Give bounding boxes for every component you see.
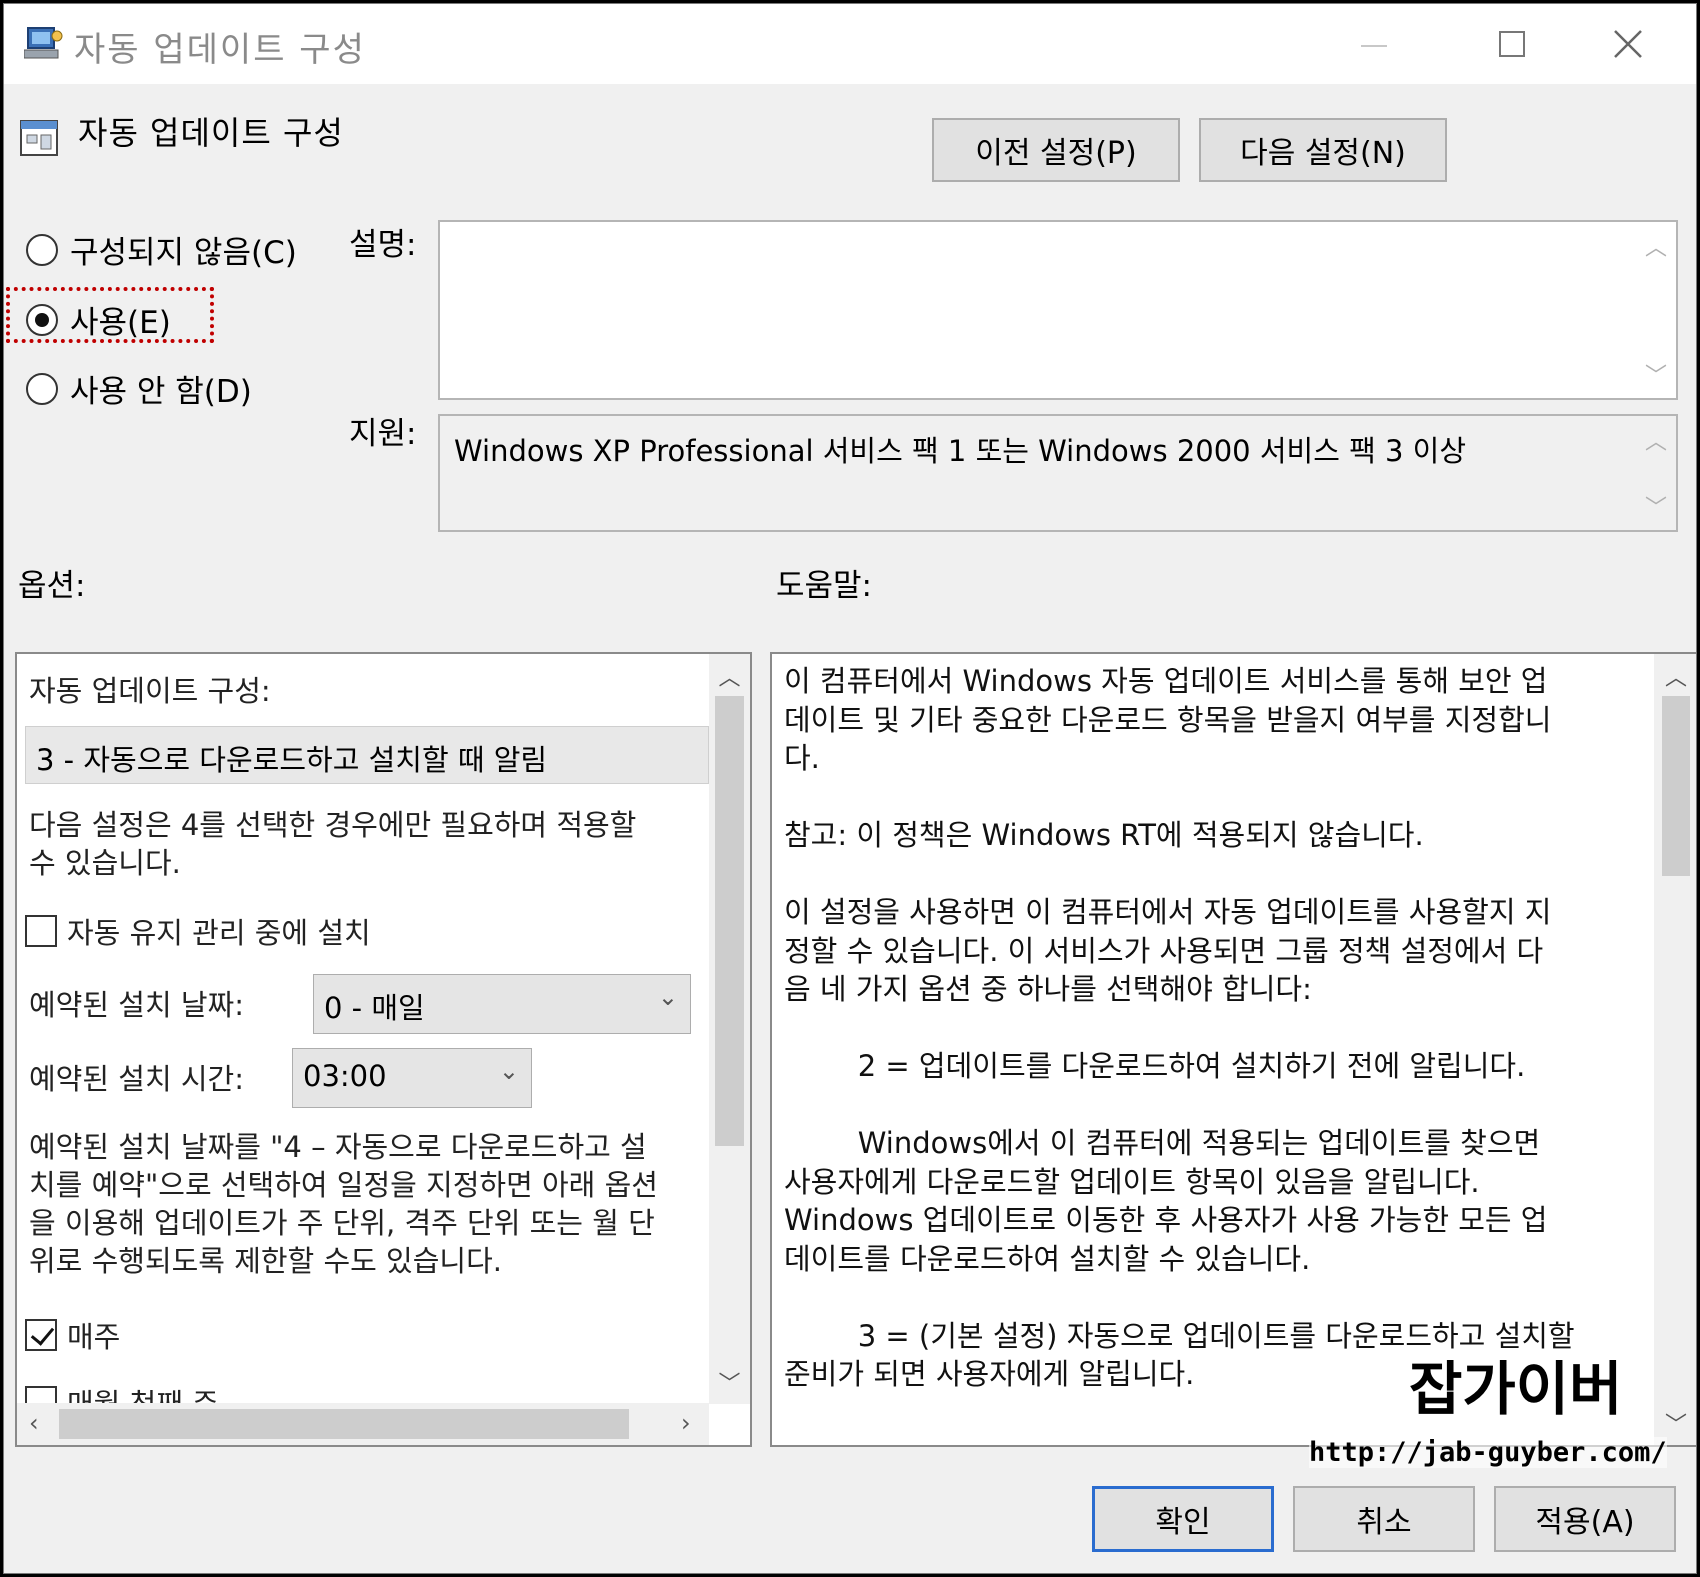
supported-value: Windows XP Professional 서비스 팩 1 또는 Windo… (454, 434, 1467, 468)
help-line: Windows 업데이트로 이동한 후 사용자가 사용 가능한 모든 업 (784, 1203, 1548, 1237)
scroll-down-icon[interactable]: ﹀ (1645, 358, 1667, 390)
schedule-line: 치를 예약"으로 선택하여 일정을 지정하면 아래 옵션 (29, 1168, 658, 1202)
options-vertical-scrollbar[interactable]: ︿ ﹀ (709, 654, 750, 1404)
help-line: 음 네 가지 옵션 중 하나를 선택해야 합니다: (784, 972, 1312, 1006)
watermark-name: 잡가이버 (1409, 1355, 1623, 1423)
radio-label: 사용 안 함(D) (70, 374, 252, 410)
maintenance-label: 자동 유지 관리 중에 설치 (67, 916, 371, 950)
close-button[interactable] (1570, 4, 1686, 84)
scroll-down-icon[interactable]: ﹀ (1654, 1407, 1696, 1439)
policy-title: 자동 업데이트 구성 (78, 114, 344, 152)
options-panel: 자동 업데이트 구성: 3 - 자동으로 다운로드하고 설치할 때 알림 다음 … (15, 652, 752, 1447)
scroll-left-icon[interactable]: ‹ (29, 1409, 39, 1437)
help-line: 사용자에게 다운로드할 업데이트 항목이 있음을 알립니다. (784, 1164, 1480, 1199)
help-line (784, 855, 1634, 894)
help-line: Windows에서 이 컴퓨터에 적용되는 업데이트를 찾으면 (784, 1126, 1541, 1160)
radio-circle[interactable] (26, 372, 58, 405)
scroll-right-icon[interactable]: › (681, 1409, 691, 1437)
maintenance-checkbox-row[interactable]: 자동 유지 관리 중에 설치 (25, 910, 371, 952)
supported-scrollbar[interactable]: ︿ ﹀ (1642, 424, 1670, 522)
help-line: 참고: 이 정책은 Windows RT에 적용되지 않습니다. (784, 818, 1424, 852)
scroll-up-icon[interactable]: ︿ (1645, 230, 1667, 262)
focus-highlight (6, 287, 214, 343)
install-time-label: 예약된 설치 시간: (29, 1062, 244, 1096)
watermark-url: http://jab-guyber.com/ (1309, 1437, 1667, 1468)
comment-textbox[interactable]: ︿ ﹀ (438, 220, 1678, 400)
scroll-down-icon[interactable]: ﹀ (709, 1366, 750, 1398)
close-icon (1614, 30, 1642, 58)
maximize-button[interactable] (1454, 4, 1570, 84)
install-time-value: 03:00 (303, 1059, 387, 1093)
install-time-select[interactable]: 03:00 ⌄ (292, 1048, 532, 1108)
help-panel: 이 컴퓨터에서 Windows 자동 업데이트 서비스를 통해 보안 업 데이트… (770, 652, 1696, 1447)
minimize-icon (1361, 45, 1387, 47)
install-day-select[interactable]: 0 - 매일 ⌄ (313, 974, 691, 1034)
help-line: 데이트 및 기타 중요한 다운로드 항목을 받을지 여부를 지정합니 (784, 702, 1552, 737)
policy-setting-icon (20, 120, 58, 156)
note-line: 수 있습니다. (29, 846, 181, 880)
help-line (784, 1009, 1634, 1048)
maximize-icon (1499, 31, 1525, 57)
radio-disabled[interactable]: 사용 안 함(D) (26, 366, 252, 411)
scroll-up-icon[interactable]: ︿ (709, 660, 750, 692)
install-day-label: 예약된 설치 날짜: (29, 988, 244, 1022)
configure-dropdown[interactable]: 3 - 자동으로 다운로드하고 설치할 때 알림 (25, 726, 709, 784)
comment-scrollbar[interactable]: ︿ ﹀ (1642, 230, 1670, 390)
help-vertical-scrollbar[interactable]: ︿ ﹀ (1654, 654, 1696, 1445)
schedule-line: 예약된 설치 날짜를 "4 – 자동으로 다운로드하고 설 (29, 1130, 647, 1164)
configure-label: 자동 업데이트 구성: (29, 674, 271, 708)
supported-label: 지원: (349, 416, 417, 452)
help-line: 다. (784, 741, 820, 775)
radio-not-configured[interactable]: 구성되지 않음(C) (26, 227, 297, 272)
scroll-thumb[interactable] (59, 1409, 629, 1439)
options-content: 자동 업데이트 구성: 3 - 자동으로 다운로드하고 설치할 때 알림 다음 … (17, 654, 709, 1404)
note-line: 다음 설정은 4를 선택한 경우에만 필요하며 적용할 (29, 808, 637, 842)
radio-circle[interactable] (26, 233, 58, 266)
options-horizontal-scrollbar[interactable]: ‹ › (17, 1403, 709, 1445)
schedule-line: 위로 수행되도록 제한할 수도 있습니다. (29, 1244, 502, 1278)
help-line: 이 컴퓨터에서 Windows 자동 업데이트 서비스를 통해 보안 업 (784, 664, 1548, 698)
help-line: 2 = 업데이트를 다운로드하여 설치하기 전에 알립니다. (784, 1049, 1526, 1083)
minimize-button[interactable] (1316, 4, 1432, 84)
help-text: 이 컴퓨터에서 Windows 자동 업데이트 서비스를 통해 보안 업 데이트… (784, 662, 1634, 1394)
cancel-button[interactable]: 취소 (1293, 1486, 1475, 1552)
scroll-down-icon[interactable]: ﹀ (1645, 490, 1667, 522)
apply-button[interactable]: 적용(A) (1494, 1486, 1676, 1552)
chevron-down-icon: ⌄ (498, 1057, 519, 1085)
title-bar: 자동 업데이트 구성 (4, 4, 1696, 84)
maintenance-checkbox[interactable] (25, 915, 57, 947)
policy-dialog: 자동 업데이트 구성 자동 업데이트 구성 이전 설정(P) 다음 설정(N) … (3, 3, 1697, 1574)
weekly-checkbox-row[interactable]: 매주 (25, 1314, 120, 1356)
window-title: 자동 업데이트 구성 (74, 30, 366, 70)
first-week-label: 매월 첫째 주 (67, 1387, 219, 1404)
help-line: 데이트를 다운로드하여 설치할 수 있습니다. (784, 1241, 1311, 1276)
first-week-checkbox[interactable] (25, 1386, 57, 1404)
scroll-thumb[interactable] (1662, 696, 1690, 876)
scroll-up-icon[interactable]: ︿ (1645, 424, 1667, 456)
schedule-line: 을 이용해 업데이트가 주 단위, 격주 단위 또는 월 단 (29, 1206, 655, 1240)
help-line (784, 1278, 1634, 1317)
next-setting-button[interactable]: 다음 설정(N) (1199, 118, 1447, 182)
supported-textbox: Windows XP Professional 서비스 팩 1 또는 Windo… (438, 414, 1678, 532)
install-day-value: 0 - 매일 (324, 991, 425, 1025)
scroll-thumb[interactable] (715, 696, 744, 1146)
first-week-checkbox-row[interactable]: 매월 첫째 주 (25, 1381, 219, 1404)
help-line (784, 778, 1634, 817)
scroll-up-icon[interactable]: ︿ (1654, 660, 1696, 692)
chevron-down-icon: ⌄ (657, 983, 678, 1011)
ok-button[interactable]: 확인 (1092, 1486, 1274, 1552)
weekly-checkbox[interactable] (25, 1319, 57, 1351)
help-line: 정할 수 있습니다. 이 서비스가 사용되면 그룹 정책 설정에서 다 (784, 933, 1544, 968)
weekly-label: 매주 (67, 1320, 121, 1354)
options-label: 옵션: (18, 568, 86, 604)
help-line: 이 설정을 사용하면 이 컴퓨터에서 자동 업데이트를 사용할지 지 (784, 895, 1552, 929)
computer-policy-icon (24, 27, 63, 59)
help-label: 도움말: (776, 568, 873, 604)
previous-setting-button[interactable]: 이전 설정(P) (932, 118, 1180, 182)
help-line (784, 1086, 1634, 1125)
radio-label: 구성되지 않음(C) (70, 235, 297, 271)
comment-label: 설명: (349, 227, 417, 263)
